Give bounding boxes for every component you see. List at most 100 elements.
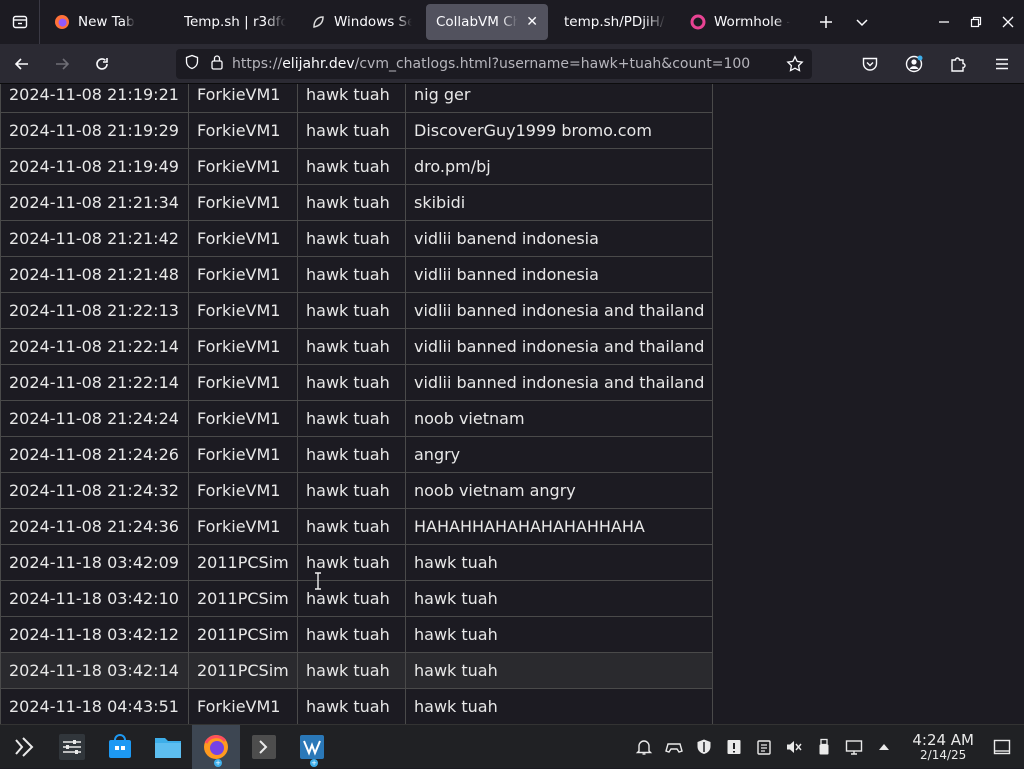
restore-button[interactable] [960,4,992,40]
reload-button[interactable] [84,48,120,80]
firefox-icon [204,734,228,759]
table-row: 2024-11-08 21:19:29 ForkieVM1 hawk tuah Dis… [0,112,714,149]
navigation-toolbar: https://elijahr.dev/cvm_chatlogs.html?us… [0,44,1024,84]
row-username: 2011PCSim [188,580,298,617]
row-message: noob vietnam [404,400,714,437]
table-row: 2024-11-18 03:42:12 2011PCSim hawk tuah haw… [0,616,714,653]
table-row: 2024-11-08 21:22:14 ForkieVM1 hawk tuah vid… [0,328,714,365]
row-message: vidlii banned indonesia and thailand [404,328,714,365]
close-icon [1002,16,1014,28]
forward-arrow-icon [56,57,70,70]
network-icon[interactable] [842,735,866,759]
tab-title: Temp.sh | r3dfox [184,14,286,30]
row-timestamp: 2024-11-08 21:21:42 [0,220,189,257]
clipboard-alert-icon[interactable] [722,735,746,759]
tab-title: Windows Serv [334,14,412,30]
row-display-name: hawk tuah [297,688,406,724]
row-message: dro.pm/bj [404,148,714,185]
tab-windows-server[interactable]: Windows Serv [300,4,422,40]
reload-icon [96,57,108,70]
taskbar-store[interactable] [96,725,144,769]
tab-wormhole[interactable]: Wormhole - S [680,4,800,40]
row-message: vidlii banned indonesia and thailand [404,364,714,401]
table-row: 2024-11-08 21:22:14 ForkieVM1 hawk tuah vid… [0,364,714,401]
menu-button[interactable] [984,48,1020,80]
tab-title: CollabVM Chat [436,14,519,30]
chevron-down-icon [856,19,868,27]
url-path: /cvm_chatlogs.html?username=hawk+tuah&co… [354,56,751,72]
taskbar: + + 4:24 AM 2/14/25 [0,724,1024,769]
minimize-button[interactable] [928,4,960,40]
row-message: vidlii banned indonesia [404,256,714,293]
back-button[interactable] [4,48,40,80]
taskbar-firefox[interactable]: + [192,724,240,769]
row-timestamp: 2024-11-08 21:21:48 [0,256,189,293]
show-desktop-button[interactable] [990,735,1014,759]
forward-button[interactable] [44,48,80,80]
table-row: 2024-11-08 21:21:42 ForkieVM1 hawk tuah vid… [0,220,714,257]
row-message: hawk tuah [404,652,714,689]
tray-expand-icon[interactable] [872,735,896,759]
table-row: 2024-11-08 21:21:34 ForkieVM1 hawk tuah ski… [0,184,714,221]
taskbar-file-manager[interactable] [144,725,192,769]
table-row: 2024-11-08 21:24:26 ForkieVM1 hawk tuah ang… [0,436,714,473]
row-display-name: hawk tuah [297,292,406,329]
list-all-tabs-button[interactable] [844,4,880,40]
application-launcher[interactable] [0,725,48,769]
url-text[interactable]: https://elijahr.dev/cvm_chatlogs.html?us… [232,56,750,72]
row-display-name: hawk tuah [297,436,406,473]
row-timestamp: 2024-11-08 21:22:13 [0,292,189,329]
firefox-view-button[interactable] [0,0,40,44]
table-row: 2024-11-18 03:42:09 2011PCSim hawk tuah haw… [0,544,714,581]
pocket-icon [862,57,878,71]
show-desktop-icon [993,739,1011,755]
chat-log-body: 2024-11-08 21:19:21 ForkieVM1 hawk tuah nig… [0,84,714,724]
lock-icon[interactable] [210,54,224,74]
usb-device-icon[interactable] [812,735,836,759]
row-message: hawk tuah [404,544,714,581]
chat-log-table: 2024-11-08 21:19:21 ForkieVM1 hawk tuah nig… [0,84,714,724]
address-bar[interactable]: https://elijahr.dev/cvm_chatlogs.html?us… [176,49,812,79]
row-message: nig ger [404,84,714,113]
account-button[interactable] [896,48,932,80]
game-controller-icon[interactable] [662,735,686,759]
notifications-icon[interactable] [632,735,656,759]
row-message: hawk tuah [404,616,714,653]
taskbar-vm[interactable]: + [288,725,336,769]
pocket-button[interactable] [852,48,888,80]
tab-temp-sh-file[interactable]: temp.sh/PDjiH/h [552,4,676,40]
taskbar-terminal[interactable] [240,725,288,769]
tab-new-tab[interactable]: New Tab [44,4,166,40]
row-display-name: hawk tuah [297,184,406,221]
table-row: 2024-11-18 03:42:10 2011PCSim hawk tuah haw… [0,580,714,617]
row-message: hawk tuah [404,580,714,617]
tab-title: temp.sh/PDjiH/h [564,14,666,30]
file-manager-icon [155,737,181,758]
row-display-name: hawk tuah [297,652,406,689]
bookmark-star-icon[interactable] [786,55,804,77]
tab-collabvm-chat[interactable]: CollabVM Chat ✕ [426,4,548,40]
plus-icon [820,16,832,28]
tab-temp-sh[interactable]: Temp.sh | r3dfox [170,4,296,40]
row-username: ForkieVM1 [188,84,298,113]
shield-icon[interactable] [692,735,716,759]
clipboard-icon[interactable] [752,735,776,759]
volume-muted-icon[interactable] [782,735,806,759]
tracking-protection-icon[interactable] [184,54,200,74]
row-username: ForkieVM1 [188,328,298,365]
new-tab-button[interactable] [808,4,844,40]
row-timestamp: 2024-11-08 21:24:36 [0,508,189,545]
row-timestamp: 2024-11-18 03:42:12 [0,616,189,653]
row-display-name: hawk tuah [297,400,406,437]
row-display-name: hawk tuah [297,616,406,653]
close-tab-icon[interactable]: ✕ [526,14,538,30]
clock[interactable]: 4:24 AM 2/14/25 [912,732,974,762]
table-row: 2024-11-18 03:42:14 2011PCSim hawk tuah haw… [0,652,714,689]
taskbar-settings[interactable] [48,725,96,769]
extensions-button[interactable] [940,48,976,80]
back-arrow-icon [14,57,28,70]
minimize-icon [939,21,949,23]
row-display-name: hawk tuah [297,112,406,149]
row-username: ForkieVM1 [188,688,298,724]
close-window-button[interactable] [992,4,1024,40]
